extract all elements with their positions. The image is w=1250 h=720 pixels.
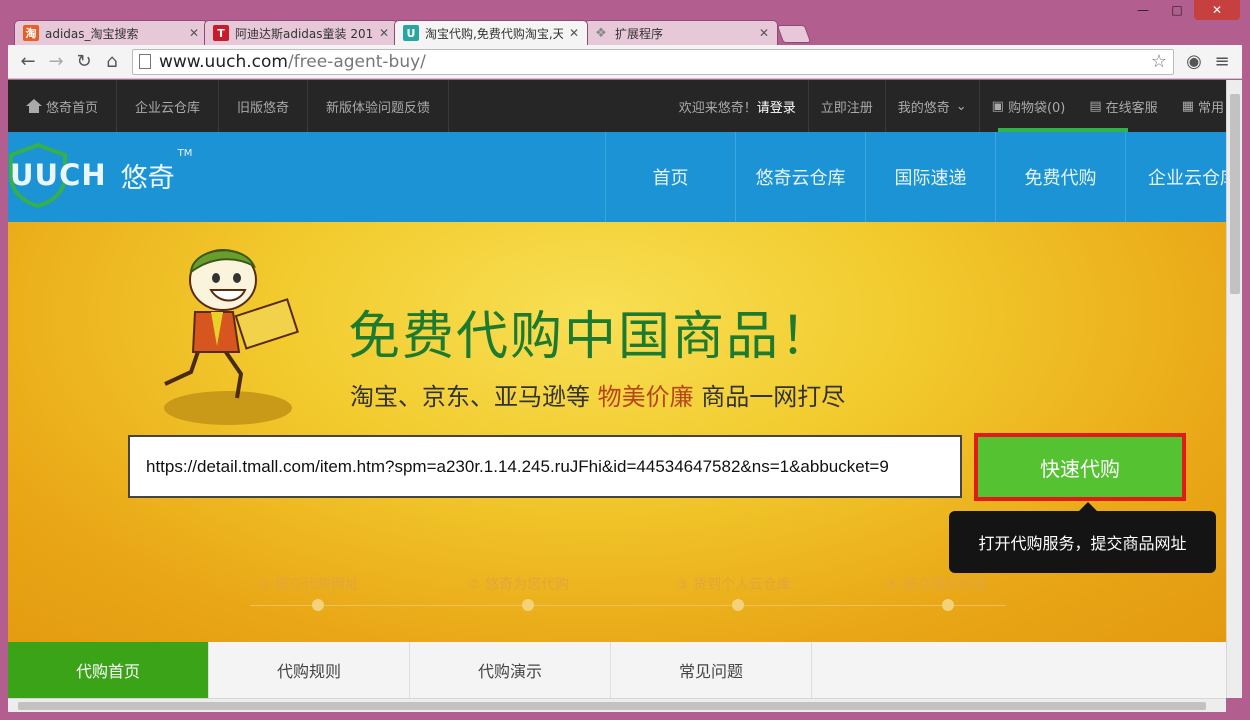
new-tab-button[interactable] xyxy=(776,25,812,43)
address-bar[interactable]: www.uuch.com/free-agent-buy/ ☆ xyxy=(132,48,1174,75)
tmall-favicon-icon: T xyxy=(213,25,229,41)
tab-agent-demo[interactable]: 代购演示 xyxy=(410,642,611,698)
login-link[interactable]: 请登录 xyxy=(757,97,796,116)
tab-agent-rules[interactable]: 代购规则 xyxy=(209,642,410,698)
horizontal-scrollbar[interactable] xyxy=(8,698,1226,712)
house-icon xyxy=(26,99,42,113)
logo-text: UUCH xyxy=(10,158,107,192)
topbar-link[interactable]: 旧版悠奇 xyxy=(219,80,309,132)
nav-item-free-agent-buy[interactable]: 免费代购 xyxy=(995,132,1125,222)
main-nav: 首页 悠奇云仓库 国际速递 免费代购 企业云仓库 xyxy=(605,132,1226,222)
grid-icon: ▦ xyxy=(1181,98,1194,114)
product-url-input[interactable]: https://detail.tmall.com/item.htm?spm=a2… xyxy=(128,435,962,498)
hero-banner: 免费代购中国商品！ 淘宝、京东、亚马逊等 物美价廉 商品一网打尽 https:/… xyxy=(8,222,1226,642)
tab-title: 淘宝代购,免费代购淘宝,天 xyxy=(425,26,563,41)
sub-tabs: 代购首页 代购规则 代购演示 常见问题 xyxy=(8,642,1226,698)
browser-tab[interactable]: T 阿迪达斯adidas童装 201 ✕ xyxy=(204,20,398,45)
step-dot xyxy=(732,599,744,611)
forward-arrow-icon[interactable]: → xyxy=(42,49,70,75)
site-header: UUCH 悠奇 TM 首页 悠奇云仓库 国际速递 免费代购 企业云仓库 xyxy=(8,132,1226,222)
tab-agent-home[interactable]: 代购首页 xyxy=(8,642,209,698)
welcome-label: 欢迎来悠奇！ xyxy=(678,100,757,116)
page-viewport: 悠奇首页 企业云仓库 旧版悠奇 新版体验问题反馈 欢迎来悠奇！ 请登录 立即注册 … xyxy=(8,80,1226,698)
close-tab-icon[interactable]: ✕ xyxy=(759,26,769,40)
topbar-home-link[interactable]: 悠奇首页 xyxy=(8,80,118,132)
chevron-down-icon: ⌄ xyxy=(955,98,967,114)
address-path: /free-agent-buy/ xyxy=(287,51,426,72)
quick-agent-buy-button[interactable]: 快速代购 xyxy=(978,437,1182,497)
steps-line xyxy=(250,605,1006,606)
step-dot xyxy=(942,599,954,611)
window-controls: — □ ✕ xyxy=(1126,0,1240,22)
nav-item-home[interactable]: 首页 xyxy=(605,132,735,222)
online-service-link[interactable]: ▤ 在线客服 xyxy=(1077,80,1169,132)
taobao-favicon-icon: 淘 xyxy=(23,25,39,41)
tab-title: 阿迪达斯adidas童装 201 xyxy=(235,26,373,41)
cart-label: 购物袋(0) xyxy=(1007,100,1066,116)
tab-title: 扩展程序 xyxy=(615,26,664,41)
browser-tab-active[interactable]: U 淘宝代购,免费代购淘宝,天 ✕ xyxy=(394,20,588,45)
hero-subtitle: 淘宝、京东、亚马逊等 物美价廉 商品一网打尽 xyxy=(350,377,845,412)
extension-globe-icon[interactable]: ◉ xyxy=(1180,49,1208,75)
subtitle-part: 商品一网打尽 xyxy=(701,383,846,411)
close-window-button[interactable]: ✕ xyxy=(1194,0,1240,20)
minimize-button[interactable]: — xyxy=(1126,0,1160,20)
scrollbar-thumb[interactable] xyxy=(18,702,1206,710)
bookmark-star-icon[interactable]: ☆ xyxy=(1151,51,1167,72)
step-label: ③ 货到个人云仓库 xyxy=(676,577,792,593)
site-logo[interactable]: UUCH 悠奇 TM xyxy=(8,142,192,208)
maximize-button[interactable]: □ xyxy=(1160,0,1194,20)
puzzle-icon: ❖ xyxy=(595,25,607,41)
my-uuch-menu[interactable]: 我的悠奇 ⌄ xyxy=(884,80,979,132)
nav-item-cloud-warehouse[interactable]: 悠奇云仓库 xyxy=(735,132,865,222)
back-arrow-icon[interactable]: ← xyxy=(14,49,42,75)
browser-toolbar: ← → ↻ ⌂ www.uuch.com/free-agent-buy/ ☆ ◉… xyxy=(8,45,1242,79)
welcome-text: 欢迎来悠奇！ 请登录 xyxy=(667,80,808,132)
shopping-bag-icon: ▣ xyxy=(991,98,1004,114)
logo-trademark: TM xyxy=(177,148,193,159)
uuch-favicon-icon: U xyxy=(403,25,419,41)
subtitle-highlight: 物美价廉 xyxy=(597,383,694,411)
topbar-home-label: 悠奇首页 xyxy=(46,100,99,116)
my-uuch-label: 我的悠奇 xyxy=(897,100,950,116)
close-tab-icon[interactable]: ✕ xyxy=(569,26,579,40)
close-tab-icon[interactable]: ✕ xyxy=(189,26,199,40)
cart-link[interactable]: ▣ 购物袋(0) xyxy=(978,80,1078,132)
nav-item-enterprise[interactable]: 企业云仓库 xyxy=(1125,132,1226,222)
step-dot xyxy=(522,599,534,611)
tab-title: adidas_淘宝搜索 xyxy=(45,26,139,41)
page-icon xyxy=(139,54,151,69)
logo-chinese: 悠奇 xyxy=(120,162,175,194)
close-tab-icon[interactable]: ✕ xyxy=(379,26,389,40)
reload-icon[interactable]: ↻ xyxy=(70,49,98,75)
vertical-scrollbar[interactable] xyxy=(1226,80,1242,698)
tab-faq[interactable]: 常见问题 xyxy=(611,642,812,698)
browser-tab[interactable]: 淘 adidas_淘宝搜索 ✕ xyxy=(14,20,208,45)
browser-window: — □ ✕ 淘 adidas_淘宝搜索 ✕ T 阿迪达斯adidas童装 201… xyxy=(0,0,1250,720)
browser-tab[interactable]: ❖ 扩展程序 ✕ xyxy=(584,20,778,45)
common-menu[interactable]: ▦ 常用 xyxy=(1170,80,1226,132)
register-link[interactable]: 立即注册 xyxy=(807,80,885,132)
subtitle-part: 淘宝、京东、亚马逊等 xyxy=(350,383,590,411)
common-label: 常用 xyxy=(1197,100,1224,116)
scrollbar-thumb[interactable] xyxy=(1230,94,1240,294)
topbar-link[interactable]: 新版体验问题反馈 xyxy=(308,80,450,132)
step-label: ④ 提交国际快递 xyxy=(886,577,988,593)
topbar-link[interactable]: 企业云仓库 xyxy=(117,80,220,132)
nav-item-express[interactable]: 国际速递 xyxy=(865,132,995,222)
step-label: ① 提交代购网址 xyxy=(258,577,360,593)
chat-icon: ▤ xyxy=(1089,98,1102,114)
site-top-bar: 悠奇首页 企业云仓库 旧版悠奇 新版体验问题反馈 欢迎来悠奇！ 请登录 立即注册 … xyxy=(8,80,1226,132)
cartoon-mascot-illustration xyxy=(164,249,299,425)
hero-title: 免费代购中国商品！ xyxy=(348,307,835,367)
tooltip: 打开代购服务，提交商品网址 xyxy=(949,502,1216,573)
tab-strip: 淘 adidas_淘宝搜索 ✕ T 阿迪达斯adidas童装 201 ✕ U 淘… xyxy=(14,20,812,45)
step-dot xyxy=(312,599,324,611)
step-label: ② 悠奇为您代购 xyxy=(468,577,570,593)
home-icon[interactable]: ⌂ xyxy=(98,49,126,75)
address-host: www.uuch.com xyxy=(159,51,288,72)
service-label: 在线客服 xyxy=(1105,100,1158,116)
menu-icon[interactable]: ≡ xyxy=(1208,49,1236,75)
